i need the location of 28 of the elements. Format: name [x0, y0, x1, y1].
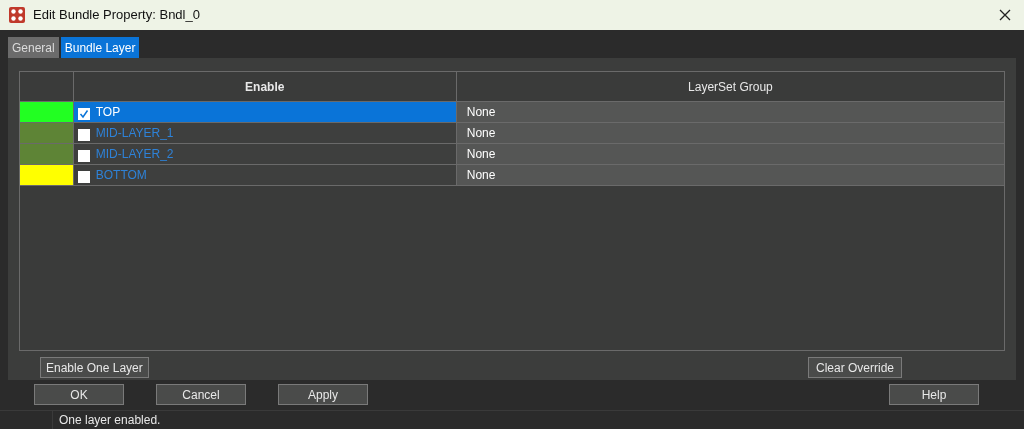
checkbox[interactable] [77, 129, 90, 141]
tab[interactable]: Bundle Layer [60, 37, 140, 58]
table-cell[interactable]: TOP [73, 102, 457, 122]
dialog-button[interactable]: Cancel [156, 384, 246, 405]
tab[interactable]: General [8, 37, 59, 58]
dialog-button[interactable]: OK [34, 384, 124, 405]
window-title: Edit Bundle Property: Bndl_0 [33, 6, 200, 25]
layer-name: BOTTOM [95, 167, 147, 184]
column-header: LayerSet Group [687, 78, 774, 96]
app-icon [9, 7, 25, 23]
table-cell: None [456, 144, 1004, 164]
column-header: Enable [73, 72, 457, 101]
checkbox[interactable] [77, 150, 90, 162]
checkbox[interactable] [77, 171, 90, 183]
table-cell: None [456, 165, 1004, 185]
check-icon [78, 109, 89, 119]
layer-name: MID-LAYER_1 [95, 125, 174, 142]
checkbox[interactable] [77, 108, 90, 120]
enable-one-layer-button[interactable]: Enable One Layer [40, 357, 149, 378]
layer-name: TOP [95, 104, 121, 121]
dialog-button[interactable]: Apply [278, 384, 368, 405]
table-cell: None [456, 123, 1004, 143]
clear-override-button[interactable]: Clear Override [807, 357, 902, 378]
status-text: One layer enabled. [58, 412, 161, 429]
help-button[interactable]: Help [889, 384, 979, 405]
layer-name: MID-LAYER_2 [95, 146, 174, 163]
table-cell: None [456, 102, 1004, 122]
close-icon[interactable] [999, 9, 1011, 21]
